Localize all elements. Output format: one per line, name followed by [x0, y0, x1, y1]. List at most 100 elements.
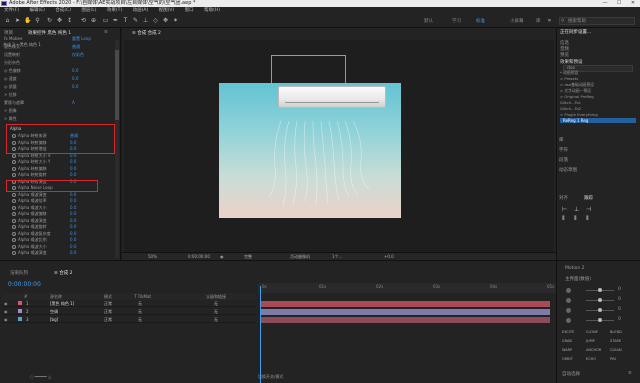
effect-row[interactable]: fx Mobee 重置 Loop: [4, 36, 91, 41]
menu-help[interactable]: 帮助(H): [204, 8, 220, 13]
dolly-tool-icon[interactable]: ↕: [66, 17, 73, 24]
align-right-icon[interactable]: ⊣: [586, 206, 591, 213]
motion2-stare-button[interactable]: STARE: [610, 339, 621, 343]
stopwatch-icon[interactable]: [12, 231, 16, 236]
slider-dot-icon[interactable]: [566, 298, 571, 303]
stopwatch-icon[interactable]: [12, 225, 16, 229]
effect-row[interactable]: > 位移: [4, 92, 17, 98]
hand-tool-icon[interactable]: ✋: [24, 17, 31, 24]
effect-row-value[interactable]: 重置 Loop: [72, 36, 91, 42]
alpha-row-value[interactable]: 0.0: [70, 231, 76, 236]
alpha-row[interactable]: Alpha 噪波旋转 0.0: [12, 224, 76, 230]
effect-row[interactable]: ◎ 质量 0.0: [4, 84, 78, 90]
effect-row-value[interactable]: 仅彩色: [72, 52, 84, 58]
effect-row[interactable]: ◎ 色偏移 0.0: [4, 68, 78, 74]
tab-align[interactable]: 对齐: [559, 195, 568, 201]
home-icon[interactable]: ⌂: [4, 17, 11, 24]
panel-motion-sketch[interactable]: 动态草图: [559, 167, 577, 173]
alpha-row-value[interactable]: 0.0: [70, 218, 76, 223]
distribute-center-icon[interactable]: ⫴: [574, 215, 577, 223]
motion2-slider[interactable]: [586, 298, 614, 302]
tab-render-queue[interactable]: 渲染队列: [10, 270, 28, 276]
brush-tool-icon[interactable]: ✎: [132, 17, 139, 24]
effect-row-value[interactable]: 普通: [72, 44, 80, 50]
layer-name[interactable]: [黑色 纯色 1]: [50, 300, 74, 307]
effect-row[interactable]: > 属性: [4, 116, 17, 122]
layer-mode[interactable]: 正常: [104, 316, 112, 323]
panel-character[interactable]: 字符: [559, 147, 568, 153]
camera-snapshot-icon[interactable]: ◉: [220, 253, 224, 260]
search-help-input[interactable]: ⚲ 搜索帮助: [559, 17, 635, 25]
menu-edit[interactable]: 编辑(E): [30, 8, 45, 13]
alpha-row-value[interactable]: 0.0: [70, 244, 76, 249]
stopwatch-icon[interactable]: [12, 212, 16, 216]
stopwatch-icon[interactable]: [12, 205, 16, 210]
alpha-row-value[interactable]: 0.0: [70, 192, 76, 197]
orbit-tool-icon[interactable]: ↻: [46, 17, 53, 24]
stopwatch-icon[interactable]: [12, 192, 16, 197]
rectangle-tool-icon[interactable]: ▭: [102, 17, 109, 24]
resolution-select[interactable]: 完整: [244, 253, 252, 260]
slider-handle[interactable]: [598, 288, 602, 292]
preset-tree-item[interactable]: Glitch...Ta1: [560, 100, 581, 105]
maximize-button[interactable]: ☐: [612, 0, 626, 7]
layer-color-swatch[interactable]: [18, 317, 22, 321]
minimize-button[interactable]: —: [598, 0, 612, 7]
preset-tree-item[interactable]: > Presets: [560, 76, 578, 81]
alpha-row[interactable]: Alpha 噪波偏移 0.0: [12, 211, 76, 217]
layer-parent[interactable]: 无: [214, 308, 218, 315]
stopwatch-icon[interactable]: [12, 199, 16, 203]
col-mode[interactable]: 模式: [104, 293, 112, 300]
stopwatch-icon[interactable]: [12, 166, 16, 171]
menu-effect[interactable]: 效果(T): [107, 8, 122, 13]
stopwatch-icon[interactable]: [12, 160, 16, 164]
timeline-current-time[interactable]: 0:00:00:00: [8, 281, 41, 288]
slider-dot-icon[interactable]: [566, 288, 571, 293]
preset-selected-item[interactable]: ReReg 1 Reg: [560, 118, 636, 123]
motion2-blend-button[interactable]: BLEND: [610, 330, 622, 334]
alpha-row[interactable]: Alpha 噪波复杂度 0.0: [12, 231, 76, 237]
tab-preview[interactable]: 预览: [560, 52, 569, 58]
current-time[interactable]: 0:00:00:00: [188, 253, 210, 260]
table-row[interactable]: ◉ 1 [黑色 纯色 1] 正常 无 无: [2, 300, 256, 307]
alpha-row[interactable]: Alpha 噪波倍率 0.0: [12, 198, 76, 204]
layer-color-swatch[interactable]: [18, 309, 22, 313]
motion2-menu-icon[interactable]: ≡: [628, 371, 632, 376]
layer-mode[interactable]: 正常: [104, 300, 112, 307]
tab-tracker[interactable]: 跟踪: [584, 195, 593, 201]
effect-row-value[interactable]: A: [72, 100, 75, 105]
slider-value[interactable]: 0: [618, 297, 621, 302]
playhead[interactable]: [260, 286, 261, 383]
panel-paragraph[interactable]: 段落: [559, 157, 568, 163]
align-left-icon[interactable]: ⊢: [562, 206, 567, 213]
layer-parent[interactable]: 无: [214, 300, 218, 307]
effect-row[interactable]: ◎ 速度 0.0: [4, 76, 78, 82]
slider-value[interactable]: 0: [618, 287, 621, 292]
panel-menu-icon[interactable]: ≡: [104, 30, 108, 35]
menu-animation[interactable]: 动画(A): [133, 8, 149, 13]
effect-row-value[interactable]: 0.0: [72, 68, 78, 73]
layer-bar-1[interactable]: [260, 301, 550, 307]
preset-tree-item[interactable]: Glitch...Ta2: [560, 106, 581, 111]
effect-row[interactable]: 蒙版与遮罩 A: [4, 100, 75, 106]
alpha-row-value[interactable]: 0.0: [70, 211, 76, 216]
pen-tool-icon[interactable]: ✒: [112, 17, 119, 24]
alpha-row-value[interactable]: 0.0: [70, 172, 76, 177]
alpha-row-value[interactable]: 0.0: [70, 166, 76, 171]
visibility-eye-icon[interactable]: ◉: [4, 300, 8, 307]
motion2-anchor-button[interactable]: ANCHOR: [586, 348, 601, 352]
alpha-row[interactable]: Alpha 噪波大小 0.0: [12, 205, 76, 211]
layer-name[interactable]: 空调: [50, 308, 58, 315]
panel-libraries[interactable]: 库: [559, 137, 564, 143]
effect-scrollbar[interactable]: [115, 40, 119, 258]
stopwatch-icon[interactable]: [12, 238, 16, 242]
col-trkmat[interactable]: T TrkMat: [134, 293, 151, 300]
effect-row[interactable]: 分形杂色: [4, 60, 20, 66]
workspace-standard[interactable]: 标准: [476, 18, 485, 24]
motion2-slider[interactable]: [586, 318, 614, 322]
motion2-slider[interactable]: [586, 288, 614, 292]
timeline-zoom-slider[interactable]: ○ ━━━━━ △: [30, 374, 51, 379]
rotate-tool-icon[interactable]: ⟲: [80, 17, 87, 24]
slider-dot-icon[interactable]: [566, 318, 571, 323]
close-button[interactable]: ✕: [626, 0, 640, 7]
